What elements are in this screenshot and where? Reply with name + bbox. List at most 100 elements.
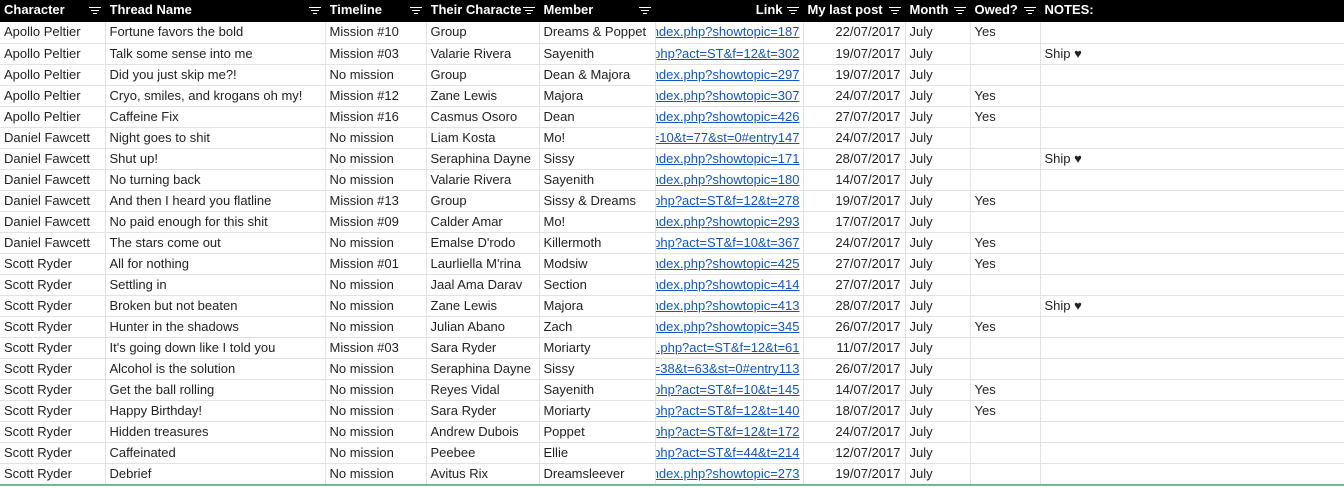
thread-name-cell[interactable]: Happy Birthday! xyxy=(105,400,326,422)
link-cell[interactable]: ndex.php?showtopic=273 xyxy=(655,463,804,485)
timeline-cell[interactable]: No mission xyxy=(325,463,427,485)
last-post-cell[interactable]: 19/07/2017 xyxy=(803,64,906,86)
month-cell[interactable]: July xyxy=(905,211,971,233)
their-character-cell[interactable]: Peebee xyxy=(426,442,540,464)
thread-name-cell[interactable]: Caffeinated xyxy=(105,442,326,464)
notes-cell[interactable] xyxy=(1040,316,1344,338)
link-cell[interactable]: ndex.php?showtopic=180 xyxy=(655,169,804,191)
thread-name-cell[interactable]: The stars come out xyxy=(105,232,326,254)
character-cell[interactable]: Daniel Fawcett xyxy=(0,232,106,254)
their-character-cell[interactable]: Laurliella M'rina xyxy=(426,253,540,275)
notes-cell[interactable] xyxy=(1040,358,1344,380)
owed-cell[interactable]: Yes xyxy=(970,400,1041,422)
thread-name-cell[interactable]: Hunter in the shadows xyxy=(105,316,326,338)
owed-cell[interactable]: Yes xyxy=(970,190,1041,212)
thread-name-cell[interactable]: Fortune favors the bold xyxy=(105,22,326,44)
header-notes[interactable]: NOTES: xyxy=(1040,0,1344,22)
thread-name-cell[interactable]: Hidden treasures xyxy=(105,421,326,443)
owed-cell[interactable]: Yes xyxy=(970,316,1041,338)
link-cell[interactable]: php?act=ST&f=12&t=172 xyxy=(655,421,804,443)
thread-link[interactable]: ndex.php?showtopic=425 xyxy=(655,256,800,271)
notes-cell[interactable] xyxy=(1040,463,1344,485)
link-cell[interactable]: =38&t=63&st=0#entry113 xyxy=(655,358,804,380)
character-cell[interactable]: Scott Ryder xyxy=(0,253,106,275)
month-cell[interactable]: July xyxy=(905,127,971,149)
link-cell[interactable]: ndex.php?showtopic=345 xyxy=(655,316,804,338)
link-cell[interactable]: php?act=ST&f=44&t=214 xyxy=(655,442,804,464)
last-post-cell[interactable]: 27/07/2017 xyxy=(803,274,906,296)
thread-link[interactable]: =38&t=63&st=0#entry113 xyxy=(655,361,800,376)
their-character-cell[interactable]: Seraphina Dayne xyxy=(426,148,540,170)
character-cell[interactable]: Scott Ryder xyxy=(0,379,106,401)
month-cell[interactable]: July xyxy=(905,190,971,212)
notes-cell[interactable] xyxy=(1040,64,1344,86)
timeline-cell[interactable]: No mission xyxy=(325,169,427,191)
month-cell[interactable]: July xyxy=(905,43,971,65)
timeline-cell[interactable]: Mission #12 xyxy=(325,85,427,107)
thread-link[interactable]: php?act=ST&f=10&t=367 xyxy=(655,235,800,250)
owed-cell[interactable] xyxy=(970,421,1041,443)
notes-cell[interactable] xyxy=(1040,337,1344,359)
filter-icon[interactable] xyxy=(409,7,422,15)
last-post-cell[interactable]: 17/07/2017 xyxy=(803,211,906,233)
month-cell[interactable]: July xyxy=(905,232,971,254)
character-cell[interactable]: Scott Ryder xyxy=(0,358,106,380)
thread-link[interactable]: ndex.php?showtopic=293 xyxy=(655,214,800,229)
member-cell[interactable]: Sissy & Dreams xyxy=(539,190,656,212)
owed-cell[interactable]: Yes xyxy=(970,253,1041,275)
character-cell[interactable]: Scott Ryder xyxy=(0,337,106,359)
owed-cell[interactable] xyxy=(970,169,1041,191)
owed-cell[interactable] xyxy=(970,358,1041,380)
timeline-cell[interactable]: No mission xyxy=(325,442,427,464)
timeline-cell[interactable]: Mission #09 xyxy=(325,211,427,233)
thread-link[interactable]: ndex.php?showtopic=180 xyxy=(655,172,800,187)
member-cell[interactable]: Mo! xyxy=(539,127,656,149)
character-cell[interactable]: Apollo Peltier xyxy=(0,106,106,128)
thread-link[interactable]: php?act=ST&f=44&t=214 xyxy=(655,445,800,460)
link-cell[interactable]: ndex.php?showtopic=307 xyxy=(655,85,804,107)
timeline-cell[interactable]: Mission #16 xyxy=(325,106,427,128)
last-post-cell[interactable]: 28/07/2017 xyxy=(803,295,906,317)
character-cell[interactable]: Apollo Peltier xyxy=(0,22,106,44)
last-post-cell[interactable]: 19/07/2017 xyxy=(803,463,906,485)
month-cell[interactable]: July xyxy=(905,22,971,44)
link-cell[interactable]: ndex.php?showtopic=426 xyxy=(655,106,804,128)
character-cell[interactable]: Scott Ryder xyxy=(0,400,106,422)
member-cell[interactable]: Modsiw xyxy=(539,253,656,275)
notes-cell[interactable] xyxy=(1040,85,1344,107)
thread-name-cell[interactable]: No turning back xyxy=(105,169,326,191)
header-month[interactable]: Month xyxy=(905,0,971,22)
their-character-cell[interactable]: Sara Ryder xyxy=(426,400,540,422)
owed-cell[interactable] xyxy=(970,64,1041,86)
thread-link[interactable]: ndex.php?showtopic=171 xyxy=(655,151,800,166)
notes-cell[interactable] xyxy=(1040,421,1344,443)
filter-icon[interactable] xyxy=(953,7,966,15)
thread-link[interactable]: ndex.php?showtopic=414 xyxy=(655,277,800,292)
thread-link[interactable]: php?act=ST&f=12&t=172 xyxy=(655,424,800,439)
character-cell[interactable]: Daniel Fawcett xyxy=(0,211,106,233)
character-cell[interactable]: Scott Ryder xyxy=(0,316,106,338)
header-thread-name[interactable]: Thread Name xyxy=(105,0,326,22)
thread-link[interactable]: ndex.php?showtopic=273 xyxy=(655,466,800,481)
their-character-cell[interactable]: Sara Ryder xyxy=(426,337,540,359)
timeline-cell[interactable]: No mission xyxy=(325,64,427,86)
notes-cell[interactable] xyxy=(1040,400,1344,422)
last-post-cell[interactable]: 22/07/2017 xyxy=(803,22,906,44)
thread-name-cell[interactable]: It's going down like I told you xyxy=(105,337,326,359)
thread-name-cell[interactable]: And then I heard you flatline xyxy=(105,190,326,212)
last-post-cell[interactable]: 26/07/2017 xyxy=(803,316,906,338)
member-cell[interactable]: Sissy xyxy=(539,358,656,380)
link-cell[interactable]: php?act=ST&f=12&t=140 xyxy=(655,400,804,422)
member-cell[interactable]: Ellie xyxy=(539,442,656,464)
link-cell[interactable]: php?act=ST&f=10&t=145 xyxy=(655,379,804,401)
owed-cell[interactable] xyxy=(970,295,1041,317)
their-character-cell[interactable]: Group xyxy=(426,22,540,44)
notes-cell[interactable] xyxy=(1040,127,1344,149)
link-cell[interactable]: ndex.php?showtopic=187 xyxy=(655,22,804,44)
their-character-cell[interactable]: Group xyxy=(426,190,540,212)
owed-cell[interactable]: Yes xyxy=(970,379,1041,401)
notes-cell[interactable]: Ship ♥ xyxy=(1040,148,1344,170)
notes-cell[interactable] xyxy=(1040,211,1344,233)
timeline-cell[interactable]: No mission xyxy=(325,316,427,338)
header-their-character[interactable]: Their Characte xyxy=(426,0,540,22)
